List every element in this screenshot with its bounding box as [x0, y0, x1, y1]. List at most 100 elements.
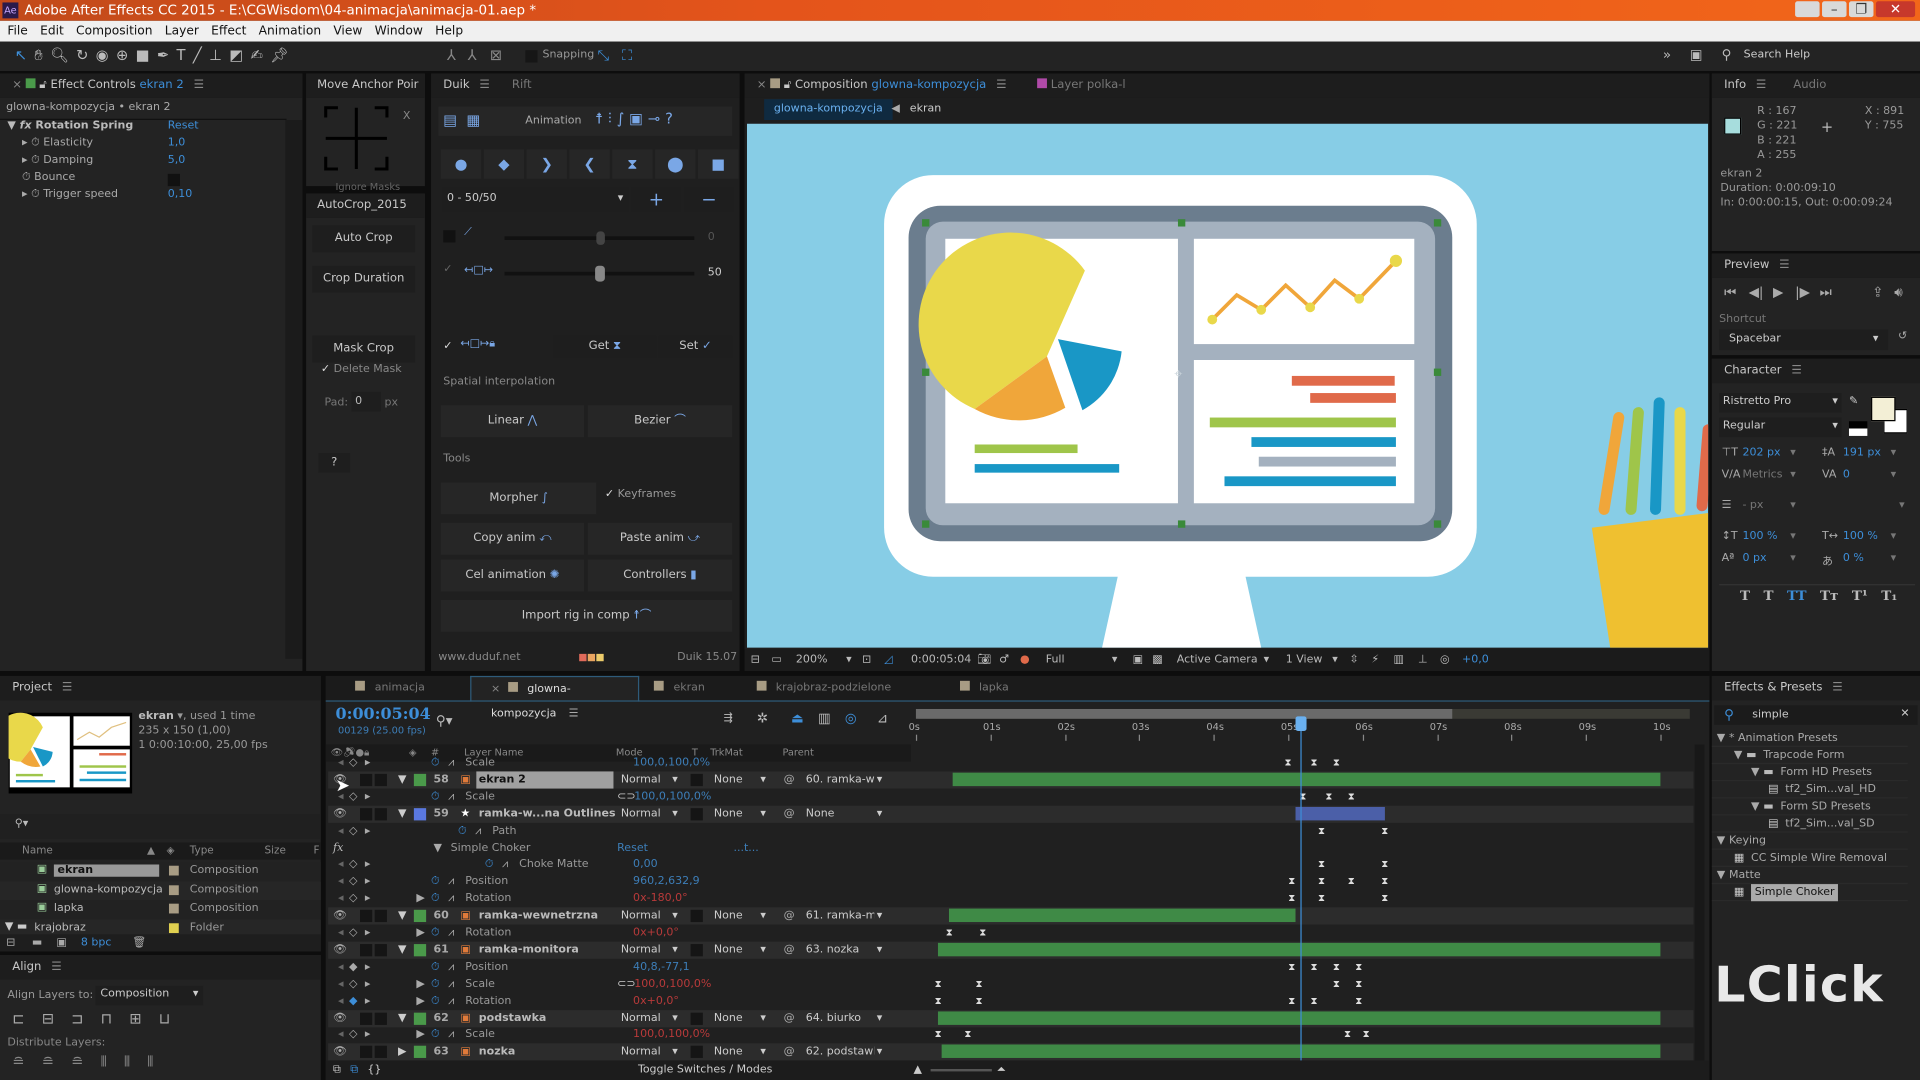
solo-switch[interactable] [360, 773, 373, 786]
scrollbar[interactable] [285, 120, 303, 659]
timeline-row-layer[interactable]: 👁︎ ▼ 62 ▣ podstawka Normal ▾ None ▾ @64. biurko ▾ [328, 1009, 1694, 1027]
chevron-down-icon[interactable]: ▾ [1899, 500, 1905, 512]
snap-edges-icon[interactable]: ⤡ [598, 47, 610, 65]
prev-keyframe-icon[interactable]: ◂ [338, 873, 344, 890]
blend-mode-dropdown[interactable]: Normal [621, 941, 661, 958]
timeline-row-prop[interactable]: ◂ ◇ ▸ ▶ ⏱︎ ⩘ Rotation 0x+0,0° ⧗ ⧗ [328, 924, 1693, 941]
chevron-down-icon[interactable]: ▾ [672, 1010, 678, 1027]
chevron-down-icon[interactable]: ▾ [1891, 447, 1897, 459]
lock-checkbox[interactable]: ✓ [443, 340, 452, 352]
vertical-scale-field[interactable]: 100 % [1742, 530, 1777, 542]
label-color[interactable] [168, 903, 179, 914]
solo-switch[interactable] [360, 909, 373, 923]
next-keyframe-icon[interactable]: ▸ [365, 993, 371, 1010]
parent-pickwhip-icon[interactable]: @ [784, 1010, 795, 1027]
zoom-in-icon[interactable]: ⏶ [997, 1060, 1006, 1080]
next-keyframe-icon[interactable]: ▸ [365, 976, 371, 993]
visibility-eye-icon[interactable]: 👁︎ [333, 1044, 347, 1061]
label-color[interactable] [413, 773, 427, 786]
import-rig-button[interactable]: Import rig in comp ☨⌒ [440, 600, 733, 632]
keyframe-marker[interactable]: ⧗ [1381, 825, 1388, 836]
slider-handle[interactable] [595, 231, 605, 245]
expand-arrow-icon[interactable]: ▼ [398, 907, 406, 924]
blend-mode-dropdown[interactable]: Normal [621, 1044, 661, 1061]
chevron-down-icon[interactable]: ▾ [1790, 530, 1796, 542]
expand-arrow-icon[interactable]: ▼ [398, 771, 406, 788]
menu-composition[interactable]: Composition [76, 24, 152, 37]
timeline-tab-animacja[interactable]: animacja [348, 676, 463, 702]
chevron-down-icon[interactable]: ▾ [760, 771, 766, 788]
minimize-button[interactable]: – [1822, 1, 1847, 18]
graph-icon[interactable]: ⩘ [448, 993, 454, 1010]
timeline-row-prop[interactable]: ◂ ◇ ▸ ⏱︎ ⩘ Scale 100,0,100,0% ⧗ ⧗ ⧗ [328, 754, 1693, 771]
close-tab-icon[interactable]: × [491, 683, 500, 695]
layer-switches-icon[interactable]: ⧉ [333, 1060, 341, 1080]
effects-tree-item[interactable]: ▼ ▬ Form SD Presets [1711, 798, 1908, 816]
layer-name[interactable]: ramka-w...na Outlines [476, 805, 616, 822]
label-color[interactable] [168, 884, 179, 895]
previous-frame-button[interactable]: ◀| [1749, 284, 1764, 300]
easy-ease-keyframe-button[interactable]: ⧗ [612, 149, 653, 179]
velocity-slider[interactable] [504, 265, 695, 282]
interpolation-preset-dropdown[interactable]: 0 - 50/50 ▾ [442, 187, 629, 212]
chevron-down-icon[interactable]: ▾ [877, 907, 883, 924]
property-value[interactable]: 0,00 [633, 856, 658, 873]
blend-mode-dropdown[interactable]: Normal [621, 1010, 661, 1027]
clone-stamp-tool-icon[interactable]: ⊥ [209, 47, 222, 65]
visibility-eye-icon[interactable]: 👁︎ [333, 941, 347, 958]
tab-project[interactable]: Project [12, 681, 52, 694]
graph-icon[interactable]: ⩘ [448, 1027, 454, 1044]
morpher-button[interactable]: Morpher ∫ [440, 482, 597, 515]
zoom-tool-icon[interactable]: 🔍︎ [50, 47, 69, 65]
constrain-proportions-icon[interactable]: ⊂⊃ [617, 976, 635, 993]
keyframe-marker[interactable]: ⧗ [935, 1029, 942, 1040]
project-item[interactable]: ▣ lapka Composition [0, 900, 321, 919]
align-left-icon[interactable]: ⊏ [12, 1010, 24, 1027]
distribute-right-icon[interactable]: ⫴ [147, 1053, 153, 1071]
stopwatch-icon[interactable]: ⏱︎ [31, 154, 43, 166]
project-search-input[interactable]: ⚲▾ [0, 814, 321, 839]
label-color[interactable] [413, 943, 427, 957]
bezier-button[interactable]: Bezier ⌒ [587, 405, 733, 438]
graph-icon[interactable]: ⩘ [448, 890, 454, 907]
property-value[interactable]: 100,0,100,0% [634, 976, 711, 993]
reset-link[interactable]: Reset [168, 120, 199, 132]
keyframe-marker[interactable]: ⧗ [1381, 893, 1388, 904]
timeline-row-prop[interactable]: ◂ ◇ ▸ ⏱︎ ⩘ Choke Matte 0,00 ⧗ ⧗ [328, 856, 1693, 873]
kerning-field[interactable]: Metrics [1742, 469, 1782, 481]
prev-keyframe-icon[interactable]: ◂ [338, 959, 344, 976]
parent-dropdown[interactable]: 62. podstawk [806, 1044, 875, 1061]
keyframe-marker[interactable]: ⧗ [1363, 1029, 1370, 1040]
preserve-transparency-toggle[interactable] [690, 1046, 703, 1059]
solo-switch[interactable] [360, 1046, 373, 1059]
tab-info[interactable]: Info [1724, 78, 1746, 91]
keyframe-marker[interactable]: ⧗ [976, 995, 983, 1006]
keyframe-marker[interactable]: ⧗ [1318, 876, 1325, 887]
panel-menu-icon[interactable]: ☰ [62, 681, 72, 694]
black-white-swatch[interactable] [1848, 421, 1868, 436]
tab-duik[interactable]: Duik [443, 78, 469, 91]
timeline-row-prop[interactable]: ◂ ◆ ▸ ⏱︎ ⩘ Position 40,8,-77,1 ⧗ ⧗ ⧗ ⧗ [328, 959, 1693, 976]
parent-dropdown[interactable]: 63. nozka [806, 941, 875, 958]
keyframe-marker[interactable]: ⧗ [979, 927, 986, 938]
notes-icon[interactable]: ▤ [443, 111, 457, 128]
menu-view[interactable]: View [333, 24, 362, 37]
label-tag-icon[interactable]: ◈ [167, 842, 175, 859]
influence-value[interactable]: 0 [708, 231, 715, 243]
effects-tree-item[interactable]: ▼ ▬ Form HD Presets [1711, 764, 1908, 782]
comp-nav-current[interactable]: glowna-kompozycja [764, 99, 893, 121]
graph-editor-icon[interactable]: ⊿ [877, 710, 888, 726]
stopwatch-icon[interactable]: ⏱︎ [431, 959, 440, 976]
stopwatch-icon[interactable]: ⏱︎ [431, 993, 440, 1010]
flowchart-icon[interactable]: ⊥ [1418, 649, 1428, 671]
align-right-icon[interactable]: ⊐ [71, 1010, 83, 1027]
puppet-pin-tool-icon[interactable]: 📌︎ [270, 47, 289, 65]
anchor-x-button[interactable]: X [403, 110, 411, 122]
parent-dropdown[interactable]: 61. ramka-mc [806, 907, 875, 924]
chevron-down-icon[interactable]: ▾ [760, 907, 766, 924]
keyframe-marker[interactable]: ⧗ [1381, 859, 1388, 870]
keyframe-marker[interactable]: ⧗ [1355, 978, 1362, 989]
layer-duration-bar[interactable] [1295, 806, 1385, 821]
close-panel-icon[interactable]: × [12, 78, 22, 91]
expand-arrow-icon[interactable]: ▼ [1717, 867, 1725, 884]
